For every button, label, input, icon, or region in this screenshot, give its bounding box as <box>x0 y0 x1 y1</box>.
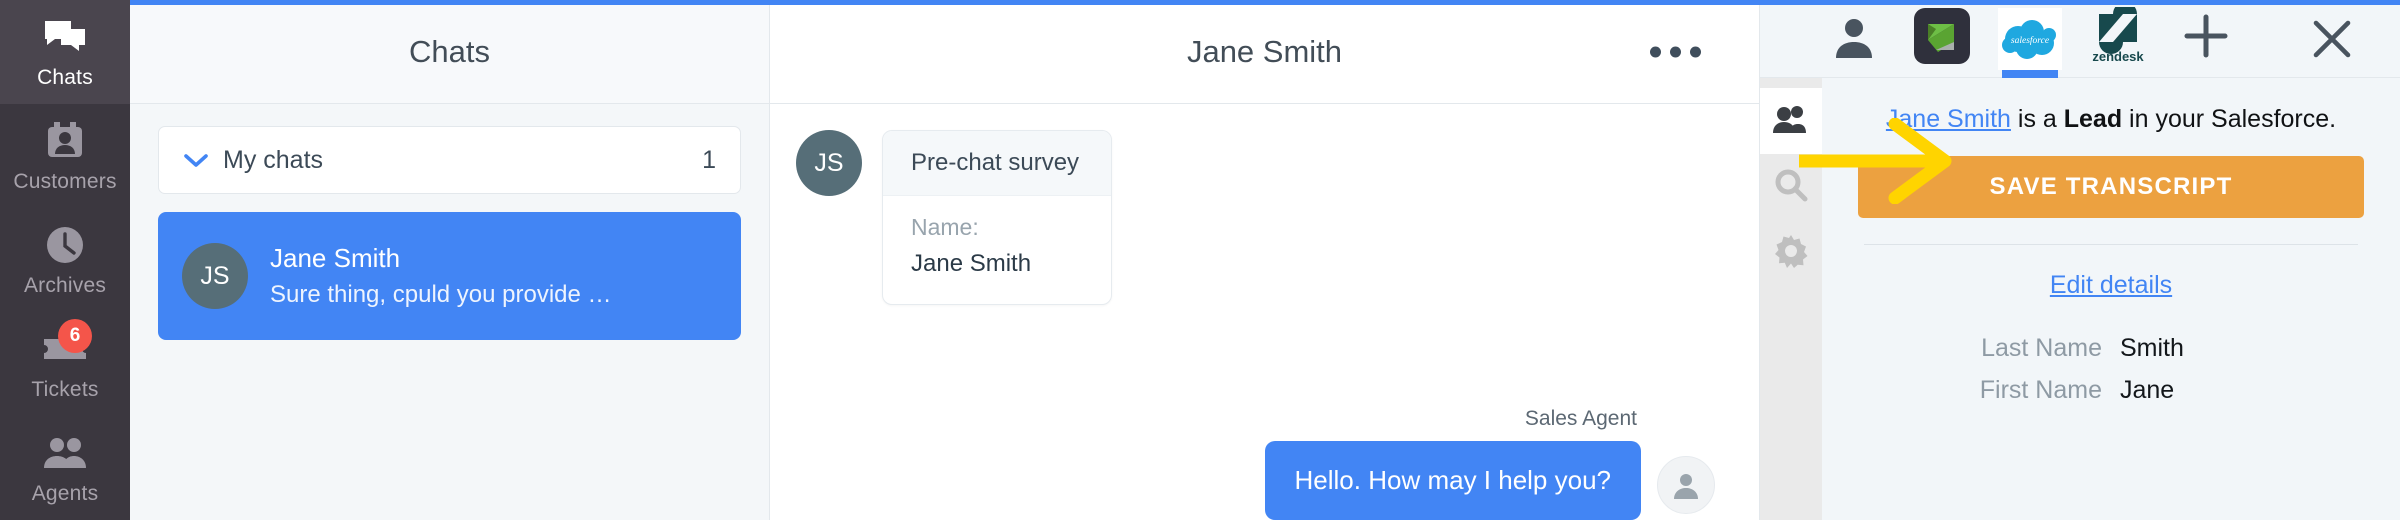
outgoing-message: Sales Agent Hello. How may I help you? <box>1264 407 1715 520</box>
close-icon[interactable] <box>2308 15 2356 63</box>
chat-group-my-chats[interactable]: My chats 1 <box>158 126 741 194</box>
chat-list-body: My chats 1 JS Jane Smith Sure thing, cpu… <box>130 104 769 362</box>
nav-item-agents[interactable]: Agents <box>0 416 130 520</box>
plus-icon <box>2183 13 2229 64</box>
nav-label-tickets: Tickets <box>31 377 99 401</box>
app-tab-customer-details[interactable] <box>1810 0 1898 78</box>
panel-divider <box>1864 244 2358 245</box>
chat-group-label: My chats <box>223 145 324 174</box>
app-tab-salesforce[interactable]: salesforce <box>1986 0 2074 78</box>
zendesk-icon: zendesk <box>2085 2 2151 70</box>
field-key: Last Name <box>1981 334 2102 362</box>
survey-title: Pre-chat survey <box>883 131 1111 196</box>
dot <box>1650 46 1661 57</box>
field-key: First Name <box>1979 375 2102 404</box>
chevron-down-icon <box>183 152 209 168</box>
outgoing-message-row: Hello. How may I help you? <box>1264 441 1715 520</box>
edit-details-wrap: Edit details <box>1858 271 2364 300</box>
panel-main: Jane Smith is a Lead in your Salesforce.… <box>1760 78 2400 520</box>
chat-list-item[interactable]: JS Jane Smith Sure thing, cpuld you prov… <box>158 212 741 340</box>
gear-icon <box>1773 233 1809 274</box>
lead-status-sentence: Jane Smith is a Lead in your Salesforce. <box>1858 104 2364 134</box>
panel-content: Jane Smith is a Lead in your Salesforce.… <box>1822 78 2400 520</box>
nav-label-archives: Archives <box>23 273 107 297</box>
app-tab-add[interactable] <box>2162 0 2250 78</box>
top-accent-bar <box>130 0 2400 5</box>
lead-details-list: Last Name Smith First Name Jane <box>1858 332 2364 408</box>
chats-icon <box>42 17 88 57</box>
chat-list-item-preview: Sure thing, cpuld you provide … <box>270 281 612 308</box>
field-value: Smith <box>2120 334 2184 362</box>
more-options-icon[interactable] <box>1640 36 1711 67</box>
nav-item-chats[interactable]: Chats <box>0 0 130 104</box>
save-transcript-button[interactable]: SAVE TRANSCRIPT <box>1858 156 2364 218</box>
survey-field-value: Jane Smith <box>911 250 1032 277</box>
app-tab-livechat[interactable] <box>1898 0 1986 78</box>
app-tab-zendesk[interactable]: zendesk <box>2074 0 2162 78</box>
conversation-header: Jane Smith <box>770 0 1759 104</box>
chat-list-item-name: Jane Smith <box>270 243 401 273</box>
livechat-icon <box>1914 8 1970 69</box>
tool-people[interactable] <box>1760 88 1822 154</box>
chat-list-item-text: Jane Smith Sure thing, cpuld you provide… <box>270 243 612 309</box>
lead-contact-link[interactable]: Jane Smith <box>1886 105 2011 133</box>
avatar: JS <box>182 243 248 309</box>
nav-label-chats: Chats <box>37 65 93 89</box>
incoming-message: JS Pre-chat survey Name: Jane Smith <box>796 130 1715 305</box>
chat-group-count: 1 <box>702 145 716 174</box>
apps-tab-bar: salesforce zendesk <box>1760 0 2400 78</box>
lead-type-label: Lead <box>2063 105 2123 133</box>
customers-icon <box>42 121 88 161</box>
pre-chat-survey-card: Pre-chat survey Name: Jane Smith <box>882 130 1112 305</box>
lead-sentence-tail: in your Salesforce. <box>2122 105 2337 133</box>
svg-text:salesforce: salesforce <box>2011 35 2049 46</box>
nav-label-customers: Customers <box>13 169 117 193</box>
chat-list-column: Chats My chats 1 JS Jane Smith Sure thin… <box>130 0 770 520</box>
nav-label-agents: Agents <box>31 481 99 505</box>
list-item: First Name Jane <box>1858 374 2364 408</box>
svg-text:zendesk: zendesk <box>2092 49 2144 64</box>
field-value: Jane <box>2120 375 2175 404</box>
nav-item-customers[interactable]: Customers <box>0 104 130 208</box>
agents-icon <box>42 433 88 473</box>
people-icon <box>1772 104 1810 139</box>
conversation-column: Jane Smith JS Pre-chat survey Name: Jane… <box>770 0 1760 520</box>
livechat-app-window: Chats Customers Archives 6 Tickets Agent… <box>0 0 2400 520</box>
page-title: Jane Smith <box>1186 33 1343 69</box>
panel-tool-rail <box>1760 78 1822 520</box>
person-icon <box>1833 14 1875 63</box>
tool-search[interactable] <box>1760 154 1822 220</box>
dot <box>1670 46 1681 57</box>
lead-sentence-mid: is a <box>2010 105 2064 133</box>
chat-list-title: Chats <box>409 33 490 69</box>
person-avatar-icon <box>1657 456 1715 514</box>
chat-list-header: Chats <box>130 0 769 104</box>
conversation-body: JS Pre-chat survey Name: Jane Smith Sale… <box>770 104 1759 520</box>
list-item: Last Name Smith <box>1858 332 2364 366</box>
edit-details-link[interactable]: Edit details <box>2050 271 2172 299</box>
archives-icon <box>42 225 88 265</box>
search-icon <box>1773 167 1809 208</box>
salesforce-icon: salesforce <box>1998 7 2062 70</box>
survey-field-key: Name: <box>911 214 979 240</box>
integration-panel: salesforce zendesk Jane Smith is a Lead … <box>1760 0 2400 520</box>
avatar: JS <box>796 130 862 196</box>
dot <box>1690 46 1701 57</box>
nav-item-archives[interactable]: Archives <box>0 208 130 312</box>
tickets-badge: 6 <box>58 318 92 353</box>
outgoing-message-bubble: Hello. How may I help you? <box>1264 441 1641 520</box>
survey-body: Name: Jane Smith <box>883 196 1111 304</box>
outgoing-message-author: Sales Agent <box>1524 407 1637 430</box>
tickets-icon: 6 <box>42 318 92 369</box>
tool-settings[interactable] <box>1760 220 1822 286</box>
nav-item-tickets[interactable]: 6 Tickets <box>0 312 130 416</box>
main-nav-rail: Chats Customers Archives 6 Tickets Agent… <box>0 0 130 520</box>
